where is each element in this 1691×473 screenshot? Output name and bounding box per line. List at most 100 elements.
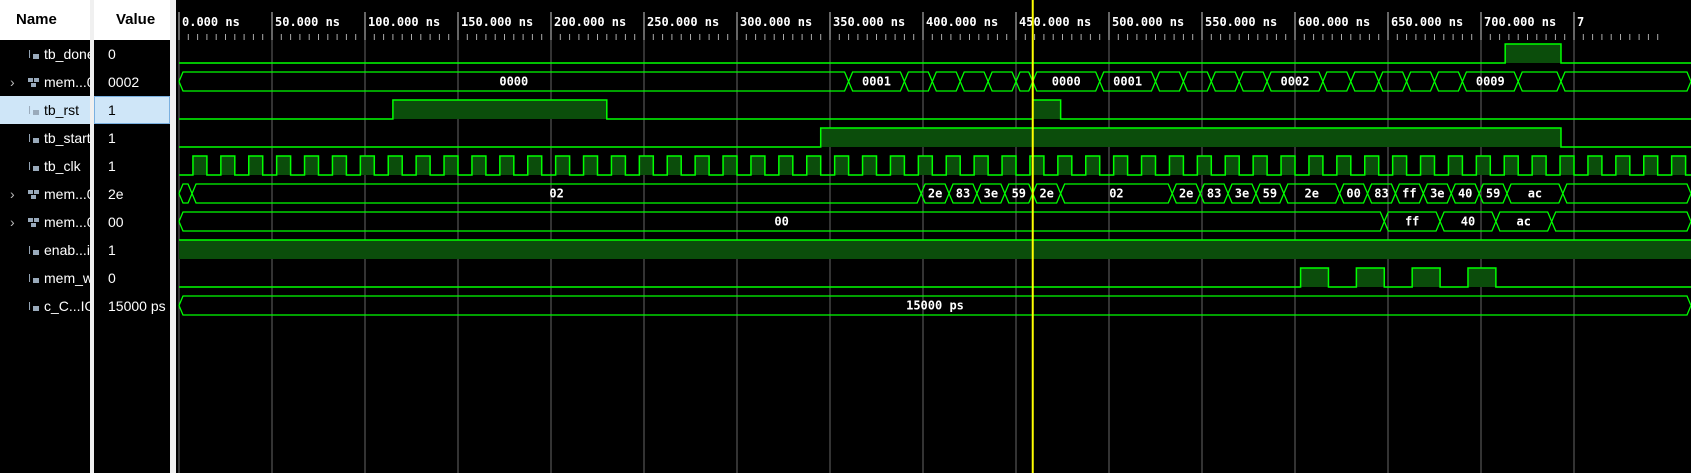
- wave-high-fill: [1504, 156, 1519, 175]
- bus-value-label: ff: [1405, 215, 1419, 229]
- wave-high-fill: [1505, 44, 1561, 63]
- waveform-canvas[interactable]: 0.000 ns 50.000 ns 100.000 ns 150.000 ns 200…: [176, 0, 1691, 473]
- name-column-header[interactable]: Name: [0, 0, 90, 40]
- wave-high-fill: [444, 156, 458, 175]
- timeline-tick-label: 150.000 ns: [461, 15, 533, 29]
- bus-value-label: ac: [1517, 215, 1531, 229]
- bit-signal-icon: l: [28, 244, 39, 256]
- bus-segment: [987, 71, 1017, 92]
- bus-signal-icon: [28, 218, 39, 227]
- bus-segment: [1015, 71, 1034, 92]
- expand-chevron-icon[interactable]: ›: [10, 208, 15, 236]
- wave-high-fill: [471, 156, 486, 175]
- signal-name-row[interactable]: l tb_clk: [0, 152, 90, 180]
- wave-high-fill: [179, 240, 1691, 259]
- timeline-tick-label: 400.000 ns: [926, 15, 998, 29]
- bus-value-label: 02: [1109, 187, 1123, 201]
- bus-value-label: 2e: [1179, 187, 1193, 201]
- bus-value-label: 83: [1374, 187, 1388, 201]
- wave-high-fill: [1169, 156, 1184, 175]
- bit-signal-icon: l: [28, 160, 39, 172]
- expand-chevron-icon[interactable]: ›: [10, 180, 15, 208]
- bus-value-label: 40: [1461, 215, 1475, 229]
- signal-value-cell[interactable]: 1: [94, 124, 170, 152]
- signal-value-cell[interactable]: 00: [94, 208, 170, 236]
- signal-value-cell[interactable]: 0002: [94, 68, 170, 96]
- wave-high-fill: [1476, 156, 1491, 175]
- signal-name-row[interactable]: l tb_rst: [0, 96, 90, 124]
- signal-name-row[interactable]: l tb_start: [0, 124, 90, 152]
- timeline-tick-label: 200.000 ns: [554, 15, 626, 29]
- bit-signal-icon: l: [28, 104, 39, 116]
- signal-name-label: c_C...IOD: [44, 298, 90, 314]
- value-column-header[interactable]: Value: [94, 0, 170, 40]
- signal-name-label: tb_start: [44, 130, 90, 146]
- bus-value-label: 02: [549, 187, 563, 201]
- signal-name-row[interactable]: l c_C...IOD: [0, 292, 90, 320]
- bus-segment: [1350, 71, 1380, 92]
- wave-high-fill: [248, 156, 263, 175]
- bus-segment: [959, 71, 989, 92]
- bus-segment: [1517, 71, 1562, 92]
- wave-high-fill: [1300, 268, 1329, 287]
- signal-value-cell[interactable]: 1: [94, 96, 170, 124]
- bus-segment: [1433, 71, 1464, 92]
- wave-high-fill: [639, 156, 654, 175]
- bus-value-label: 40: [1458, 187, 1472, 201]
- bus-value-label: 3e: [984, 187, 998, 201]
- signal-name-row[interactable]: l mem_w: [0, 264, 90, 292]
- timeline-tick-label: 100.000 ns: [368, 15, 440, 29]
- bus-value-label: 0009: [1476, 75, 1505, 89]
- wave-high-fill: [834, 156, 849, 175]
- signal-value-cell[interactable]: 1: [94, 236, 170, 264]
- wave-high-fill: [1467, 268, 1496, 287]
- signal-value-cell[interactable]: 2e: [94, 180, 170, 208]
- bus-segment: [1405, 71, 1436, 92]
- bus-segment: [178, 183, 193, 204]
- wave-high-fill: [1057, 156, 1072, 175]
- bus-signal-icon: [28, 78, 39, 87]
- signal-name-row[interactable]: › mem...0: [0, 208, 90, 236]
- bit-signal-icon: l: [28, 300, 39, 312]
- signal-value-cell[interactable]: 0: [94, 40, 170, 68]
- bus-value-label: 59: [1263, 187, 1277, 201]
- timeline-tick-label: 700.000 ns: [1484, 15, 1556, 29]
- signal-name-row[interactable]: l enab...ir: [0, 236, 90, 264]
- wave-high-fill: [1197, 156, 1212, 175]
- bus-value-label: 59: [1486, 187, 1500, 201]
- bus-value-label: ac: [1528, 187, 1542, 201]
- wave-high-fill: [918, 156, 933, 175]
- wave-high-fill: [1032, 100, 1061, 119]
- signal-name-label: tb_clk: [44, 158, 81, 174]
- wave-high-fill: [1392, 156, 1407, 175]
- timeline-tick-label: 350.000 ns: [833, 15, 905, 29]
- signal-name-row[interactable]: l tb_done: [0, 40, 90, 68]
- bus-segment: [1322, 71, 1352, 92]
- bus-segment: [1182, 71, 1213, 92]
- svg-text:l: l: [28, 104, 31, 116]
- signal-value-cell[interactable]: 1: [94, 152, 170, 180]
- wave-high-fill: [276, 156, 291, 175]
- expand-chevron-icon[interactable]: ›: [10, 68, 15, 96]
- wave-high-fill: [1113, 156, 1128, 175]
- bus-segment: [1560, 71, 1691, 92]
- wave-high-fill: [1281, 156, 1295, 175]
- bus-segment: [903, 71, 934, 92]
- wave-high-fill: [1002, 156, 1016, 175]
- wave-high-fill: [304, 156, 319, 175]
- signal-name-row[interactable]: › mem...0: [0, 68, 90, 96]
- bit-waveform: [179, 267, 1691, 288]
- wave-high-fill: [723, 156, 737, 175]
- signal-name-row[interactable]: › mem...0: [0, 180, 90, 208]
- bus-value-label: 3e: [1235, 187, 1249, 201]
- wave-high-fill: [806, 156, 821, 175]
- bus-value-label: ff: [1402, 187, 1416, 201]
- bit-waveform: [179, 155, 1691, 176]
- signal-value-cell[interactable]: 15000 ps: [94, 292, 170, 320]
- wave-high-fill: [1356, 268, 1385, 287]
- bit-waveform: [179, 43, 1691, 64]
- wave-high-fill: [1141, 156, 1156, 175]
- signal-value-cell[interactable]: 0: [94, 264, 170, 292]
- bit-signal-icon: l: [28, 48, 39, 60]
- wave-high-fill: [1420, 156, 1435, 175]
